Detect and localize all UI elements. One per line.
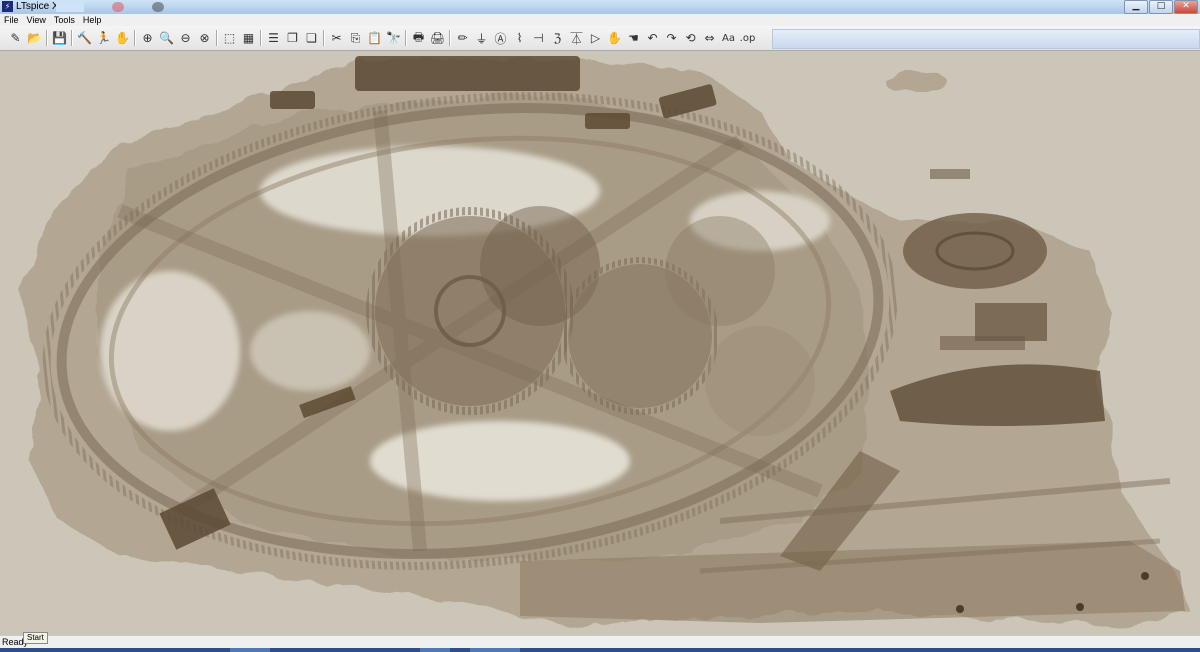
- open-folder-icon[interactable]: 📂: [25, 28, 44, 48]
- blurred-icon: [152, 2, 164, 12]
- new-schematic-icon[interactable]: ✎: [6, 28, 25, 48]
- undo-icon[interactable]: ↶: [643, 28, 662, 48]
- toolbar-empty-band: [772, 29, 1200, 49]
- ltspice-icon[interactable]: ⚡: [2, 1, 13, 12]
- capacitor-icon[interactable]: ⊣: [529, 28, 548, 48]
- taskbar: [0, 648, 1200, 652]
- zoom-in-icon[interactable]: ⊕: [138, 28, 157, 48]
- spice-directive-icon[interactable]: .op: [738, 28, 757, 48]
- title-bar: ⚡ LTspice XVII ▁ □ ✕: [0, 0, 1200, 15]
- schematic-workspace[interactable]: [0, 51, 1200, 635]
- title-redaction: [56, 2, 84, 12]
- close-button[interactable]: ✕: [1174, 0, 1198, 14]
- menu-file[interactable]: File: [0, 14, 23, 26]
- control-panel-icon[interactable]: 🔨: [75, 28, 94, 48]
- toolbar-separator: [216, 30, 218, 46]
- drag-icon[interactable]: ☚: [624, 28, 643, 48]
- cut-icon[interactable]: ✂: [327, 28, 346, 48]
- text-icon[interactable]: Aa: [719, 28, 738, 48]
- ground-icon[interactable]: ⏚: [472, 28, 491, 48]
- print-setup-icon[interactable]: 🖨: [428, 28, 447, 48]
- status-bar: Ready: [0, 635, 1200, 649]
- toolbar-separator: [134, 30, 136, 46]
- toolbar-separator: [71, 30, 73, 46]
- toolbar: ✎ 📂 💾 🔨 🏃 ✋ ⊕ 🔍 ⊖ ⊗ ⬚ ▦ ☰ ❐ ❏ ✂ ⎘ 📋 🔭 🖶 🖨 ✏ ⏚ Ⓐ ⌇ ⊣ ℨ ⏄ ▷ ✋ ☚ ↶ ↷ ⟲ ⇔ Aa .op: [0, 26, 1200, 51]
- zoom-pan-icon[interactable]: 🔍: [157, 28, 176, 48]
- menu-view[interactable]: View: [23, 14, 50, 26]
- autorange-icon[interactable]: ⬚: [220, 28, 239, 48]
- paste-icon[interactable]: 📋: [365, 28, 384, 48]
- zoom-out-icon[interactable]: ⊖: [176, 28, 195, 48]
- toolbar-separator: [46, 30, 48, 46]
- toolbar-separator: [323, 30, 325, 46]
- move-icon[interactable]: ✋: [605, 28, 624, 48]
- cascade-icon[interactable]: ❐: [283, 28, 302, 48]
- inductor-icon[interactable]: ℨ: [548, 28, 567, 48]
- label-net-icon[interactable]: Ⓐ: [491, 28, 510, 48]
- rotate-icon[interactable]: ⟲: [681, 28, 700, 48]
- tile-horizontal-icon[interactable]: ☰: [264, 28, 283, 48]
- close-window-icon[interactable]: ❏: [302, 28, 321, 48]
- toolbar-separator: [260, 30, 262, 46]
- flake: [883, 71, 947, 91]
- menu-bar: File View Tools Help: [0, 14, 1200, 26]
- menu-tools[interactable]: Tools: [50, 14, 79, 26]
- toolbar-separator: [405, 30, 407, 46]
- draw-wire-icon[interactable]: ✏: [453, 28, 472, 48]
- toolbar-buttons: ✎ 📂 💾 🔨 🏃 ✋ ⊕ 🔍 ⊖ ⊗ ⬚ ▦ ☰ ❐ ❏ ✂ ⎘ 📋 🔭 🖶 🖨 ✏ ⏚ Ⓐ ⌇ ⊣ ℨ ⏄ ▷ ✋ ☚ ↶ ↷ ⟲ ⇔ Aa .op: [6, 28, 768, 48]
- antikythera-mechanism-image: [20, 56, 1190, 626]
- copy-icon[interactable]: ⎘: [346, 28, 365, 48]
- menu-help[interactable]: Help: [79, 14, 106, 26]
- resistor-icon[interactable]: ⌇: [510, 28, 529, 48]
- diode-icon[interactable]: ⏄: [567, 28, 586, 48]
- taskbar-item[interactable]: [230, 648, 270, 652]
- save-icon[interactable]: 💾: [50, 28, 69, 48]
- toolbar-separator: [449, 30, 451, 46]
- grid-icon[interactable]: ▦: [239, 28, 258, 48]
- taskbar-item[interactable]: [420, 648, 450, 652]
- find-icon[interactable]: 🔭: [384, 28, 403, 48]
- component-icon[interactable]: ▷: [586, 28, 605, 48]
- blurred-icon: [112, 2, 124, 12]
- halt-icon[interactable]: ✋: [113, 28, 132, 48]
- start-tooltip: Start: [23, 632, 48, 644]
- taskbar-item[interactable]: [470, 648, 520, 652]
- run-icon[interactable]: 🏃: [94, 28, 113, 48]
- minimize-button[interactable]: ▁: [1124, 0, 1148, 14]
- maximize-button[interactable]: □: [1149, 0, 1173, 14]
- redo-icon[interactable]: ↷: [662, 28, 681, 48]
- zoom-fit-icon[interactable]: ⊗: [195, 28, 214, 48]
- print-icon[interactable]: 🖶: [409, 28, 428, 48]
- mirror-icon[interactable]: ⇔: [700, 28, 719, 48]
